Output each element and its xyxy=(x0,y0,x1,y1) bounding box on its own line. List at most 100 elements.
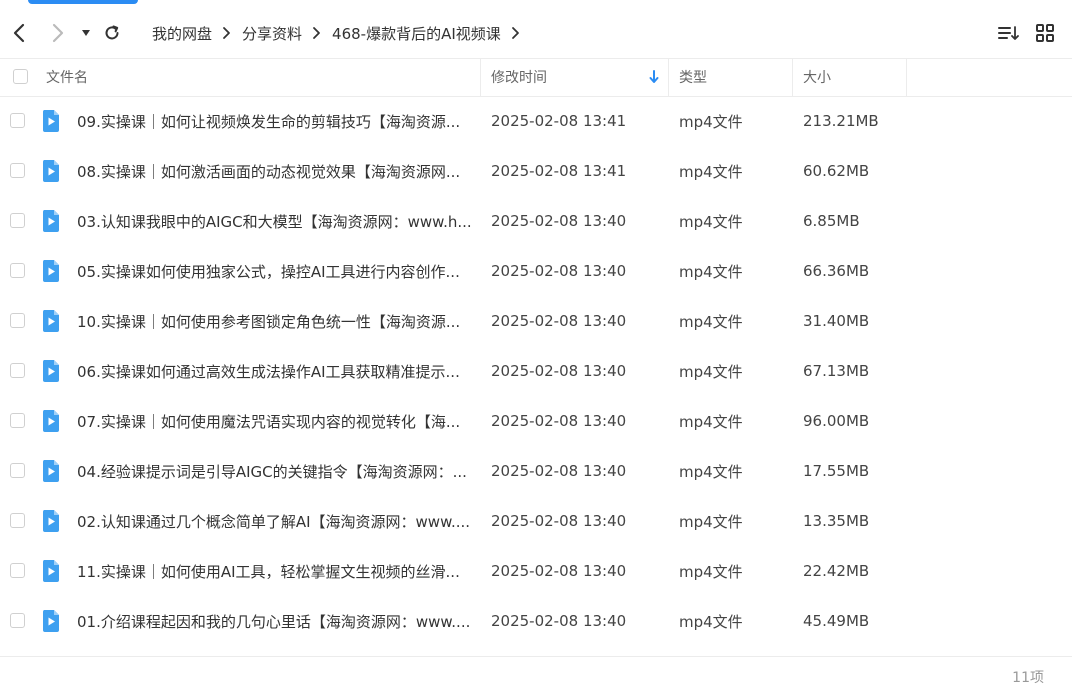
table-row[interactable]: 05.实操课如何使用独家公式，操控AI工具进行内容创作... 2025-02-0… xyxy=(0,246,1072,296)
column-header-modified[interactable]: 修改时间 xyxy=(491,58,547,96)
file-size: 6.85MB xyxy=(803,212,860,230)
file-type: mp4文件 xyxy=(679,562,743,581)
table-row[interactable]: 03.认知课我眼中的AIGC和大模型【海淘资源网：www.h... 2025-0… xyxy=(0,196,1072,246)
file-name[interactable]: 06.实操课如何通过高效生成法操作AI工具获取精准提示... xyxy=(77,346,472,396)
file-name[interactable]: 09.实操课｜如何让视频焕发生命的剪辑技巧【海淘资源... xyxy=(77,96,472,146)
file-size: 66.36MB xyxy=(803,262,870,280)
breadcrumb-item-share[interactable]: 分享资料 xyxy=(242,23,302,44)
table-row[interactable]: 09.实操课｜如何让视频焕发生命的剪辑技巧【海淘资源... 2025-02-08… xyxy=(0,96,1072,146)
file-modified-time: 2025-02-08 13:40 xyxy=(491,512,627,530)
grid-view-button[interactable] xyxy=(1034,22,1056,44)
table-header: 文件名 修改时间 类型 大小 xyxy=(0,58,1072,97)
file-modified-time: 2025-02-08 13:40 xyxy=(491,312,627,330)
file-name[interactable]: 07.实操课｜如何使用魔法咒语实现内容的视觉转化【海... xyxy=(77,396,472,446)
table-row[interactable]: 06.实操课如何通过高效生成法操作AI工具获取精准提示... 2025-02-0… xyxy=(0,346,1072,396)
file-size: 45.49MB xyxy=(803,612,870,630)
file-size: 17.55MB xyxy=(803,462,870,480)
row-checkbox[interactable] xyxy=(10,363,25,378)
video-file-icon xyxy=(42,610,59,632)
video-file-icon xyxy=(42,160,59,182)
breadcrumb-item-current[interactable]: 468-爆款背后的AI视频课 xyxy=(332,23,501,44)
row-checkbox[interactable] xyxy=(10,563,25,578)
file-size: 22.42MB xyxy=(803,562,870,580)
column-header-type[interactable]: 类型 xyxy=(679,58,707,96)
column-divider[interactable] xyxy=(906,58,907,96)
file-modified-time: 2025-02-08 13:41 xyxy=(491,112,627,130)
file-name[interactable]: 11.实操课｜如何使用AI工具，轻松掌握文生视频的丝滑... xyxy=(77,546,472,596)
video-file-icon xyxy=(42,260,59,282)
file-size: 67.13MB xyxy=(803,362,870,380)
file-size: 213.21MB xyxy=(803,112,879,130)
column-divider[interactable] xyxy=(668,58,669,96)
file-type: mp4文件 xyxy=(679,262,743,281)
back-button[interactable] xyxy=(9,22,29,44)
file-name[interactable]: 10.实操课｜如何使用参考图锁定角色统一性【海淘资源... xyxy=(77,296,472,346)
row-checkbox[interactable] xyxy=(10,213,25,228)
row-checkbox[interactable] xyxy=(10,163,25,178)
table-row[interactable]: 10.实操课｜如何使用参考图锁定角色统一性【海淘资源... 2025-02-08… xyxy=(0,296,1072,346)
column-header-size[interactable]: 大小 xyxy=(803,58,831,96)
refresh-icon xyxy=(105,25,119,40)
toolbar: 我的网盘 分享资料 468-爆款背后的AI视频课 xyxy=(0,8,1072,59)
select-all-checkbox[interactable] xyxy=(13,69,28,84)
file-type: mp4文件 xyxy=(679,462,743,481)
file-name[interactable]: 03.认知课我眼中的AIGC和大模型【海淘资源网：www.h... xyxy=(77,196,472,246)
file-size: 31.40MB xyxy=(803,312,870,330)
column-divider[interactable] xyxy=(792,58,793,96)
file-name[interactable]: 04.经验课提示词是引导AIGC的关键指令【海淘资源网：... xyxy=(77,446,472,496)
table-row[interactable]: 01.介绍课程起因和我的几句心里话【海淘资源网：www.... 2025-02-… xyxy=(0,596,1072,646)
file-modified-time: 2025-02-08 13:41 xyxy=(491,162,627,180)
file-list: 09.实操课｜如何让视频焕发生命的剪辑技巧【海淘资源... 2025-02-08… xyxy=(0,96,1072,646)
file-type: mp4文件 xyxy=(679,212,743,231)
file-name[interactable]: 02.认知课通过几个概念简单了解AI【海淘资源网：www.... xyxy=(77,496,472,546)
row-checkbox[interactable] xyxy=(10,613,25,628)
video-file-icon xyxy=(42,460,59,482)
table-row[interactable]: 07.实操课｜如何使用魔法咒语实现内容的视觉转化【海... 2025-02-08… xyxy=(0,396,1072,446)
row-checkbox[interactable] xyxy=(10,463,25,478)
file-name[interactable]: 05.实操课如何使用独家公式，操控AI工具进行内容创作... xyxy=(77,246,472,296)
row-checkbox[interactable] xyxy=(10,263,25,278)
file-size: 96.00MB xyxy=(803,412,870,430)
video-file-icon xyxy=(42,410,59,432)
top-accent-bar xyxy=(28,0,138,4)
arrow-down-icon[interactable] xyxy=(649,58,659,96)
chevron-right-icon xyxy=(222,26,232,40)
table-row[interactable]: 02.认知课通过几个概念简单了解AI【海淘资源网：www.... 2025-02… xyxy=(0,496,1072,546)
chevron-right-icon[interactable] xyxy=(511,26,521,40)
table-row[interactable]: 11.实操课｜如何使用AI工具，轻松掌握文生视频的丝滑... 2025-02-0… xyxy=(0,546,1072,596)
table-row[interactable]: 08.实操课｜如何激活画面的动态视觉效果【海淘资源网... 2025-02-08… xyxy=(0,146,1072,196)
file-size: 60.62MB xyxy=(803,162,870,180)
column-header-name[interactable]: 文件名 xyxy=(46,58,88,96)
file-type: mp4文件 xyxy=(679,612,743,631)
file-type: mp4文件 xyxy=(679,162,743,181)
breadcrumb-item-home[interactable]: 我的网盘 xyxy=(152,23,212,44)
status-bar: 11项 xyxy=(0,656,1072,697)
file-name[interactable]: 01.介绍课程起因和我的几句心里话【海淘资源网：www.... xyxy=(77,596,472,646)
video-file-icon xyxy=(42,110,59,132)
row-checkbox[interactable] xyxy=(10,513,25,528)
file-modified-time: 2025-02-08 13:40 xyxy=(491,462,627,480)
file-type: mp4文件 xyxy=(679,112,743,131)
sort-button[interactable] xyxy=(998,22,1020,44)
row-checkbox[interactable] xyxy=(10,413,25,428)
row-checkbox[interactable] xyxy=(10,113,25,128)
refresh-button[interactable] xyxy=(102,22,122,44)
sort-list-icon xyxy=(998,26,1019,40)
row-checkbox[interactable] xyxy=(10,313,25,328)
video-file-icon xyxy=(42,210,59,232)
chevron-right-icon xyxy=(52,23,64,43)
caret-down-icon xyxy=(82,30,90,36)
file-type: mp4文件 xyxy=(679,512,743,531)
breadcrumb: 我的网盘 分享资料 468-爆款背后的AI视频课 xyxy=(152,22,531,44)
item-count: 11项 xyxy=(1012,670,1044,686)
forward-button[interactable] xyxy=(48,22,68,44)
video-file-icon xyxy=(42,360,59,382)
file-name[interactable]: 08.实操课｜如何激活画面的动态视觉效果【海淘资源网... xyxy=(77,146,472,196)
file-modified-time: 2025-02-08 13:40 xyxy=(491,362,627,380)
file-modified-time: 2025-02-08 13:40 xyxy=(491,212,627,230)
table-row[interactable]: 04.经验课提示词是引导AIGC的关键指令【海淘资源网：... 2025-02-… xyxy=(0,446,1072,496)
history-dropdown-button[interactable] xyxy=(77,22,95,44)
file-modified-time: 2025-02-08 13:40 xyxy=(491,412,627,430)
file-modified-time: 2025-02-08 13:40 xyxy=(491,562,627,580)
column-divider[interactable] xyxy=(480,58,481,96)
